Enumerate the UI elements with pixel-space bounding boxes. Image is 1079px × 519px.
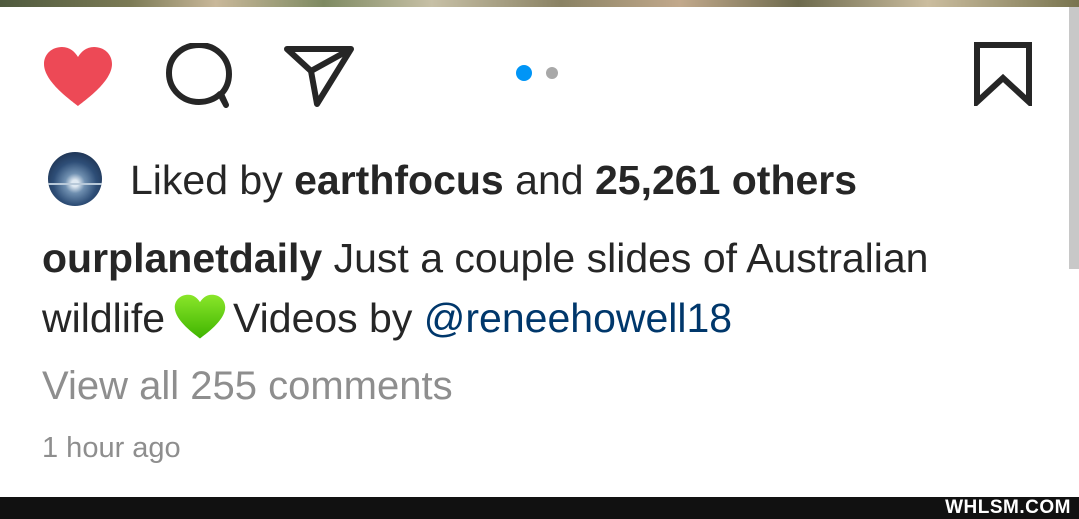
bookmark-icon[interactable] (972, 42, 1034, 106)
likes-text: Liked by earthfocus and 25,261 others (130, 156, 857, 204)
likes-prefix: Liked by (130, 157, 283, 203)
likes-count[interactable]: 25,261 others (595, 157, 857, 203)
paper-plane-icon[interactable] (283, 44, 355, 108)
likes-row: Liked by earthfocus and 25,261 others (48, 150, 1048, 208)
avatar-horizon (48, 183, 102, 185)
post-timestamp: 1 hour ago (42, 432, 181, 464)
caption-videos-by: Videos by (233, 295, 413, 341)
liker-avatar[interactable] (48, 152, 102, 206)
heart-icon[interactable] (42, 46, 114, 108)
scrollbar[interactable] (1069, 7, 1079, 269)
caption-mention-link[interactable]: @reneehowell18 (424, 295, 732, 341)
carousel-dot-active (516, 65, 532, 81)
bottom-bar: WHLSM.COM (0, 497, 1079, 519)
post-image-bottom-edge[interactable] (0, 0, 1079, 7)
watermark: WHLSM.COM (945, 497, 1071, 518)
liker-username[interactable]: earthfocus (294, 157, 504, 203)
green-heart-emoji-icon (174, 294, 226, 339)
comment-icon[interactable] (163, 43, 235, 109)
carousel-indicator (516, 65, 562, 81)
caption-username[interactable]: ourplanetdaily (42, 235, 322, 281)
view-all-comments-link[interactable]: View all 255 comments (42, 362, 453, 410)
post-caption: ourplanetdaily Just a couple slides of A… (42, 228, 1032, 348)
likes-joiner: and (515, 157, 584, 203)
carousel-dot-inactive (546, 67, 558, 79)
